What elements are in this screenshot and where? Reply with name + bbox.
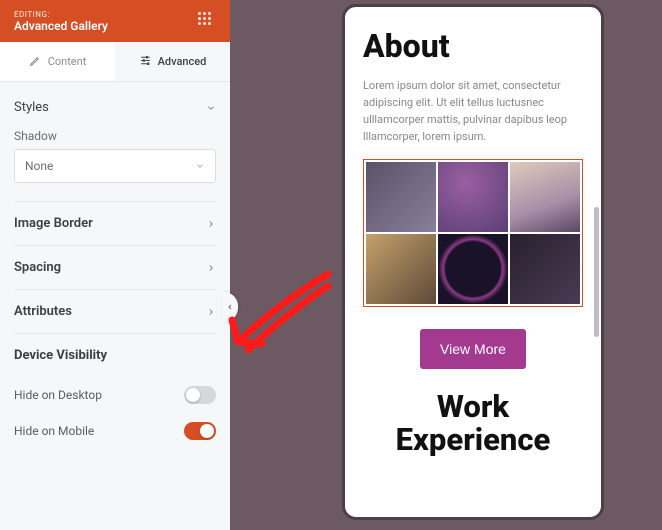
annotation-arrow-icon <box>218 264 338 374</box>
image-border-section[interactable]: Image Border <box>14 201 216 245</box>
sliders-icon <box>139 54 152 70</box>
gallery-image[interactable] <box>366 162 436 232</box>
block-title: Advanced Gallery <box>14 19 108 33</box>
attributes-label: Attributes <box>14 304 72 319</box>
chevron-right-icon <box>206 307 216 317</box>
attributes-section[interactable]: Attributes <box>14 289 216 333</box>
tab-content-label: Content <box>48 55 87 68</box>
mobile-preview: About Lorem ipsum dolor sit amet, consec… <box>342 4 604 520</box>
gallery-grid[interactable] <box>363 159 583 307</box>
tab-advanced-label: Advanced <box>158 55 207 68</box>
sidebar-tabs: Content Advanced <box>0 42 230 82</box>
preview-scrollbar[interactable] <box>594 207 599 337</box>
tab-advanced[interactable]: Advanced <box>115 42 230 81</box>
gallery-image[interactable] <box>510 234 580 304</box>
editing-label: EDITING: <box>14 10 108 19</box>
chevron-down-icon <box>195 161 205 171</box>
device-visibility-section: Device Visibility <box>14 333 216 377</box>
gallery-image[interactable] <box>510 162 580 232</box>
hide-desktop-label: Hide on Desktop <box>14 388 102 402</box>
chevron-right-icon <box>206 263 216 273</box>
styles-label: Styles <box>14 100 49 115</box>
gallery-image[interactable] <box>438 162 508 232</box>
editor-sidebar: EDITING: Advanced Gallery Content Advanc… <box>0 0 230 530</box>
spacing-label: Spacing <box>14 260 61 275</box>
shadow-select[interactable]: None <box>14 149 216 183</box>
styles-section[interactable]: Styles <box>14 100 216 115</box>
shadow-label: Shadow <box>14 129 216 143</box>
gallery-image[interactable] <box>438 234 508 304</box>
spacing-section[interactable]: Spacing <box>14 245 216 289</box>
pencil-icon <box>29 54 42 70</box>
device-visibility-label: Device Visibility <box>14 348 107 363</box>
chevron-down-icon <box>206 103 216 113</box>
gallery-image[interactable] <box>366 234 436 304</box>
image-border-label: Image Border <box>14 216 93 231</box>
shadow-value: None <box>25 159 53 173</box>
hide-mobile-toggle[interactable] <box>184 422 216 440</box>
hide-mobile-row: Hide on Mobile <box>14 413 216 449</box>
chevron-right-icon <box>206 219 216 229</box>
drag-handle-icon[interactable] <box>198 12 216 30</box>
hide-mobile-label: Hide on Mobile <box>14 424 94 438</box>
view-more-button[interactable]: View More <box>420 329 526 369</box>
about-heading: About <box>363 27 583 65</box>
tab-content[interactable]: Content <box>0 42 115 81</box>
sidebar-header: EDITING: Advanced Gallery <box>0 0 230 42</box>
hide-desktop-toggle[interactable] <box>184 386 216 404</box>
panel-body: Styles Shadow None Image Border Spacing … <box>0 82 230 459</box>
collapse-sidebar-button[interactable] <box>222 292 238 322</box>
hide-desktop-row: Hide on Desktop <box>14 377 216 413</box>
work-experience-heading: Work Experience <box>363 391 583 456</box>
chevron-left-icon <box>226 302 234 312</box>
about-paragraph: Lorem ipsum dolor sit amet, consectetur … <box>363 77 583 145</box>
